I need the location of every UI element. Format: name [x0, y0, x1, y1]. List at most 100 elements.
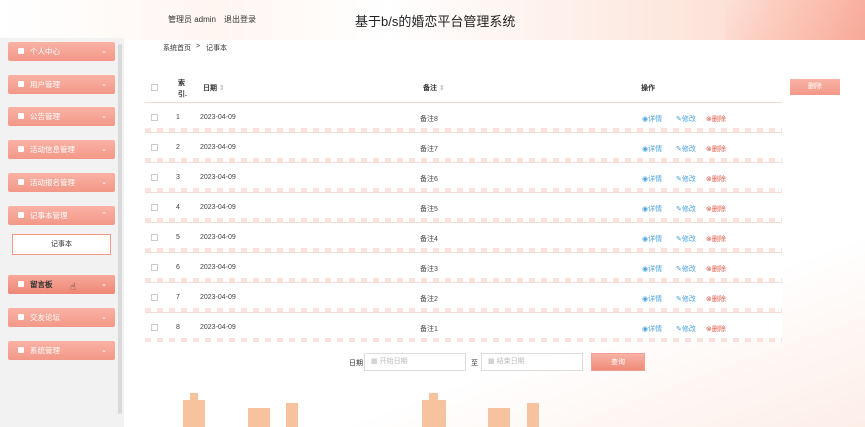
- detail-button[interactable]: ◉详情: [642, 144, 662, 154]
- breadcrumb-separator: >: [196, 43, 201, 50]
- row-note: 备注1: [420, 326, 438, 333]
- delete-button[interactable]: ⊗删除: [706, 234, 726, 244]
- logout-link[interactable]: 退出登录: [224, 14, 256, 25]
- row-index: 4: [176, 204, 180, 211]
- sidebar: [0, 38, 124, 427]
- breadcrumb: 系统首页 > 记事本: [127, 40, 865, 54]
- book-icon: [18, 314, 24, 320]
- top-header: 管理员 admin 退出登录 基于b/s的婚恋平台管理系统: [0, 0, 865, 40]
- edit-button[interactable]: ✎修改: [676, 234, 696, 244]
- chevron-down-icon: ⌄: [101, 113, 107, 120]
- sidebar-item-announcement[interactable]: 公告管理 ⌄: [8, 107, 115, 126]
- chevron-down-icon: ⌄: [101, 179, 107, 186]
- edit-button[interactable]: ✎修改: [676, 324, 696, 334]
- row-checkbox[interactable]: [151, 234, 158, 241]
- row-checkbox[interactable]: [151, 324, 158, 331]
- row-checkbox[interactable]: [151, 174, 158, 181]
- sidebar-item-activity-info[interactable]: 活动信息管理 ⌄: [8, 140, 115, 159]
- skyline-decoration: [286, 403, 298, 427]
- search-button[interactable]: 查询: [591, 353, 645, 371]
- start-date-input[interactable]: ▦ 开始日期: [364, 353, 466, 371]
- delete-button[interactable]: ⊗删除: [706, 294, 726, 304]
- sidebar-item-label: 交友论坛: [30, 313, 60, 322]
- page-title: 基于b/s的婚恋平台管理系统: [355, 14, 516, 29]
- sort-icon[interactable]: ⇕: [219, 85, 225, 92]
- header-decoration: [725, 0, 865, 40]
- chevron-down-icon: ⌄: [101, 347, 107, 354]
- detail-button[interactable]: ◉详情: [642, 204, 662, 214]
- sidebar-item-dating-forum[interactable]: 交友论坛 ⌄: [8, 308, 115, 327]
- hand-cursor-icon: ☝: [70, 282, 77, 293]
- row-date: 2023-04-09: [200, 114, 236, 121]
- sidebar-item-message-board[interactable]: 留言板 ⌄: [8, 275, 115, 294]
- breadcrumb-home[interactable]: 系统首页: [163, 43, 191, 53]
- row-checkbox[interactable]: [151, 294, 158, 301]
- date-range-separator: 至: [471, 360, 478, 367]
- row-checkbox[interactable]: [151, 264, 158, 271]
- user-icon: [18, 48, 24, 54]
- delete-button[interactable]: ⊗删除: [706, 174, 726, 184]
- skyline-decoration: [183, 400, 205, 427]
- detail-button[interactable]: ◉详情: [642, 114, 662, 124]
- sidebar-item-personal-center[interactable]: 个人中心 ⌄: [8, 42, 115, 61]
- grid-icon: [18, 146, 24, 152]
- row-index: 1: [176, 114, 180, 121]
- row-date: 2023-04-09: [200, 144, 236, 151]
- sidebar-subitem-notebook[interactable]: 记事本: [12, 234, 111, 255]
- detail-button[interactable]: ◉详情: [642, 264, 662, 274]
- delete-button[interactable]: ⊗删除: [706, 204, 726, 214]
- delete-button[interactable]: ⊗删除: [706, 264, 726, 274]
- sidebar-item-system-management[interactable]: 系统管理 ⌄: [8, 341, 115, 360]
- sidebar-item-label: 个人中心: [30, 47, 60, 56]
- detail-button[interactable]: ◉详情: [642, 324, 662, 334]
- detail-button[interactable]: ◉详情: [642, 294, 662, 304]
- row-note: 备注3: [420, 266, 438, 273]
- row-checkbox[interactable]: [151, 114, 158, 121]
- row-note: 备注6: [420, 176, 438, 183]
- breadcrumb-current: 记事本: [206, 45, 227, 52]
- detail-button[interactable]: ◉详情: [642, 174, 662, 184]
- edit-button[interactable]: ✎修改: [676, 204, 696, 214]
- send-icon: [18, 113, 24, 119]
- edit-button[interactable]: ✎修改: [676, 144, 696, 154]
- chevron-down-icon: ⌄: [101, 146, 107, 153]
- sidebar-item-label: 公告管理: [30, 112, 60, 121]
- row-index: 7: [176, 294, 180, 301]
- column-header-note[interactable]: 备注 ⇕: [423, 83, 445, 93]
- row-index: 3: [176, 174, 180, 181]
- row-checkbox[interactable]: [151, 144, 158, 151]
- sidebar-item-label: 用户管理: [30, 80, 60, 89]
- row-index: 5: [176, 234, 180, 241]
- column-header-date[interactable]: 日期 ⇕: [203, 83, 225, 93]
- edit-button[interactable]: ✎修改: [676, 114, 696, 124]
- grid-icon: [18, 179, 24, 185]
- delete-button[interactable]: ⊗删除: [706, 324, 726, 334]
- select-all-checkbox[interactable]: [151, 84, 158, 91]
- calendar-icon: ▦: [488, 358, 495, 365]
- skyline-decoration: [422, 400, 446, 427]
- delete-button[interactable]: ⊗删除: [706, 114, 726, 124]
- sidebar-item-activity-signup[interactable]: 活动报名管理 ⌄: [8, 173, 115, 192]
- sort-icon[interactable]: ⇕: [439, 85, 445, 92]
- row-note: 备注7: [420, 146, 438, 153]
- row-note: 备注5: [420, 206, 438, 213]
- sidebar-item-notebook-management[interactable]: 记事本管理 ⌃: [8, 206, 115, 225]
- column-header-actions: 操作: [641, 85, 655, 92]
- row-checkbox[interactable]: [151, 204, 158, 211]
- row-index: 2: [176, 144, 180, 151]
- detail-button[interactable]: ◉详情: [642, 234, 662, 244]
- batch-delete-button[interactable]: 删除: [790, 79, 840, 95]
- end-date-input[interactable]: ▦ 结束日期: [481, 353, 583, 371]
- calendar-icon: ▦: [371, 358, 378, 365]
- edit-button[interactable]: ✎修改: [676, 264, 696, 274]
- row-date: 2023-04-09: [200, 294, 236, 301]
- row-index: 8: [176, 324, 180, 331]
- chevron-up-icon: ⌃: [101, 212, 107, 219]
- sidebar-item-user-management[interactable]: 用户管理 ⌄: [8, 75, 115, 94]
- sidebar-scrollbar[interactable]: [118, 44, 122, 414]
- edit-button[interactable]: ✎修改: [676, 174, 696, 184]
- chevron-down-icon: ⌄: [101, 281, 107, 288]
- delete-button[interactable]: ⊗删除: [706, 144, 726, 154]
- edit-button[interactable]: ✎修改: [676, 294, 696, 304]
- chevron-down-icon: ⌄: [101, 314, 107, 321]
